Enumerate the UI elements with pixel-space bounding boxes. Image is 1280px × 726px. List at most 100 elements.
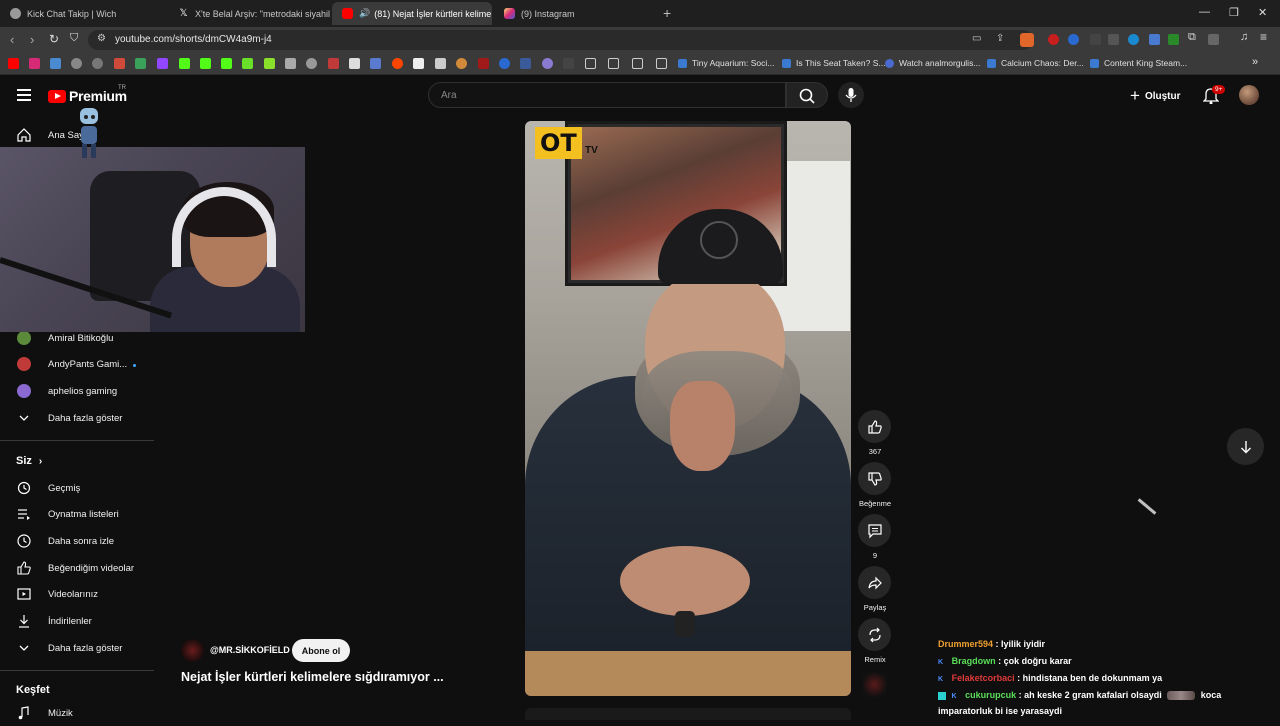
sound-channel-thumbnail[interactable]	[862, 672, 887, 697]
menu-icon[interactable]: ≡	[1260, 30, 1271, 44]
channel-avatar[interactable]	[181, 639, 204, 662]
next-short-preview[interactable]	[525, 708, 851, 720]
hamburger-menu-icon[interactable]	[17, 89, 31, 104]
account-avatar[interactable]	[1239, 85, 1259, 105]
extension-icon[interactable]	[1168, 34, 1179, 45]
extension-icon[interactable]	[1090, 34, 1101, 45]
search-input[interactable]: Ara	[428, 82, 786, 108]
bookmark-icon[interactable]	[520, 58, 531, 69]
bookmark-icon[interactable]	[370, 58, 381, 69]
sidebar-item-history[interactable]: Geçmiş	[0, 475, 155, 501]
dislike-button[interactable]	[858, 462, 891, 495]
music-player-icon[interactable]: ♫	[1240, 31, 1251, 43]
extension-icon[interactable]	[1149, 34, 1160, 45]
sidebar-show-more[interactable]: Daha fazla göster	[0, 635, 155, 661]
subscribe-button[interactable]: Abone ol	[292, 639, 350, 662]
bookmark-link[interactable]: Watch analmorgulis...	[885, 58, 980, 68]
sidebar-item-subscription[interactable]: aphelios gaming	[0, 378, 155, 404]
brave-shield-icon[interactable]	[1020, 33, 1034, 47]
bookmark-icon[interactable]	[413, 58, 424, 69]
bookmark-icon[interactable]	[499, 58, 510, 69]
close-window-button[interactable]: ✕	[1258, 6, 1267, 19]
share-button[interactable]	[858, 566, 891, 599]
extension-icon[interactable]	[1068, 34, 1079, 45]
sidebar-item-watch-later[interactable]: Daha sonra izle	[0, 528, 155, 554]
bookmark-link[interactable]: Tiny Aquarium: Soci...	[678, 58, 774, 68]
bookmark-icon[interactable]	[306, 58, 317, 69]
bookmark-icon[interactable]	[328, 58, 339, 69]
new-tab-button[interactable]: +	[663, 5, 671, 21]
reload-icon[interactable]: ↻	[49, 32, 59, 46]
forward-icon[interactable]: ›	[30, 32, 34, 47]
sidebar-show-more[interactable]: Daha fazla göster	[0, 405, 155, 431]
sidebar-item-playlists[interactable]: Oynatma listeleri	[0, 501, 155, 527]
create-button[interactable]: + Oluştur	[1130, 86, 1181, 106]
tab-youtube[interactable]: 🔊 (81) Nejat İşler kürtleri kelime ✕	[332, 2, 492, 25]
voice-search-button[interactable]	[838, 82, 864, 108]
site-settings-icon[interactable]: ⚙	[97, 33, 106, 44]
bookmark-icon[interactable]	[435, 58, 446, 69]
search-button[interactable]	[786, 82, 828, 108]
like-button[interactable]	[858, 410, 891, 443]
cast-icon[interactable]: ▭	[972, 33, 981, 44]
extension-icon[interactable]	[1108, 34, 1119, 45]
x-bookmark-icon[interactable]	[349, 58, 360, 69]
ublock-icon[interactable]	[1048, 34, 1059, 45]
audio-playing-icon[interactable]: 🔊	[359, 8, 370, 19]
tab-kick-chat[interactable]: Kick Chat Takip | Wich	[0, 2, 168, 25]
reddit-bookmark-icon[interactable]	[392, 58, 403, 69]
bookmark-link[interactable]: Is This Seat Taken? S...	[782, 58, 885, 68]
folder-icon[interactable]	[608, 58, 619, 69]
youtube-bookmark-icon[interactable]	[8, 58, 19, 69]
twitch-bookmark-icon[interactable]	[157, 58, 168, 69]
folder-icon[interactable]	[632, 58, 643, 69]
bookmark-icon[interactable]	[563, 58, 574, 69]
youtube-logo[interactable]: Premium	[48, 88, 127, 104]
drive-bookmark-icon[interactable]	[135, 58, 146, 69]
address-bar[interactable]: ⚙ youtube.com/shorts/dmCW4a9m-j4 ▭ ⇪	[88, 30, 1033, 50]
web-bookmark-icon[interactable]	[71, 58, 82, 69]
bookmark-link[interactable]: Content King Steam...	[1090, 58, 1187, 68]
minimize-button[interactable]: —	[1199, 6, 1210, 18]
video-title[interactable]: Nejat İşler kürtleri kelimelere sığdıram…	[181, 670, 444, 684]
bookmark-icon[interactable]	[242, 58, 253, 69]
bookmark-icon[interactable]	[285, 58, 296, 69]
more-bookmarks-button[interactable]: »	[1252, 56, 1258, 68]
bookmark-icon[interactable]	[542, 58, 553, 69]
close-tab-icon[interactable]: ✕	[491, 7, 492, 20]
sidebar-icon[interactable]	[1208, 34, 1219, 45]
sidebar-section-you[interactable]: Siz ›	[16, 455, 42, 467]
next-short-button[interactable]	[1227, 428, 1264, 465]
channel-name[interactable]: @MR.SİKKOFİELD	[210, 645, 290, 655]
folder-icon[interactable]	[585, 58, 596, 69]
extensions-puzzle-icon[interactable]: ⧉	[1188, 31, 1199, 43]
shorts-video-player[interactable]: OT TV	[525, 121, 851, 696]
tab-x[interactable]: 𝕏 X'te Belal Arşiv: "metrodaki siyahiler…	[168, 2, 330, 25]
kick-bookmark-icon[interactable]	[221, 58, 232, 69]
sidebar-item-downloads[interactable]: İndirilenler	[0, 608, 155, 634]
translate-bookmark-icon[interactable]	[50, 58, 61, 69]
gmail-bookmark-icon[interactable]	[114, 58, 125, 69]
comments-button[interactable]	[858, 514, 891, 547]
bookmark-icon[interactable]	[478, 58, 489, 69]
sidebar-item-subscription[interactable]: AndyPants Gami...	[0, 351, 155, 377]
url-text[interactable]: youtube.com/shorts/dmCW4a9m-j4	[115, 34, 272, 45]
instagram-bookmark-icon[interactable]	[29, 58, 40, 69]
restore-button[interactable]: ❐	[1229, 6, 1239, 19]
bookmark-link[interactable]: Calcium Chaos: Der...	[987, 58, 1084, 68]
tab-instagram[interactable]: (9) Instagram	[494, 2, 654, 25]
extension-icon[interactable]	[1128, 34, 1139, 45]
bookmark-icon[interactable]	[264, 58, 275, 69]
share-icon[interactable]: ⇪	[996, 33, 1004, 44]
bookmark-icon[interactable]: ⛉	[70, 32, 78, 45]
kick-bookmark-icon[interactable]	[200, 58, 211, 69]
sidebar-item-liked-videos[interactable]: Beğendiğim videolar	[0, 555, 155, 581]
back-icon[interactable]: ‹	[10, 32, 14, 47]
sidebar-item-music[interactable]: Müzik	[0, 700, 155, 726]
folder-icon[interactable]	[656, 58, 667, 69]
remix-button[interactable]	[858, 618, 891, 651]
sidebar-item-your-videos[interactable]: Videolarınız	[0, 581, 155, 607]
bookmark-icon[interactable]	[456, 58, 467, 69]
web-bookmark-icon[interactable]	[92, 58, 103, 69]
kick-bookmark-icon[interactable]	[179, 58, 190, 69]
